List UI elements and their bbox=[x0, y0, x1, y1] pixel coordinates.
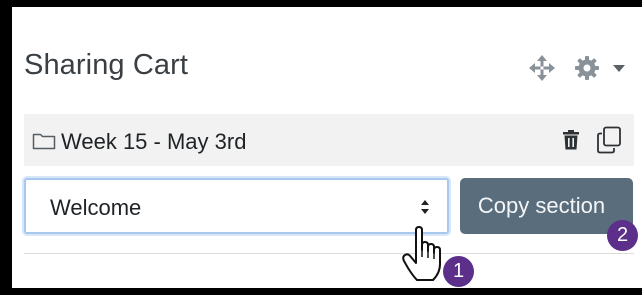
sort-arrows-icon bbox=[419, 197, 431, 217]
caret-down-icon[interactable] bbox=[612, 61, 626, 75]
block-controls bbox=[528, 52, 626, 84]
section-list-item: Week 15 - May 3rd bbox=[24, 114, 634, 166]
hand-pointer-cursor-icon bbox=[402, 226, 448, 284]
trash-icon[interactable] bbox=[562, 129, 580, 151]
section-item-label: Week 15 - May 3rd bbox=[61, 129, 247, 154]
folder-icon bbox=[32, 132, 56, 150]
move-arrows-icon[interactable] bbox=[528, 54, 556, 82]
step-badge-2: 2 bbox=[607, 220, 638, 251]
section-select[interactable]: Welcome bbox=[24, 178, 449, 234]
copy-icon[interactable] bbox=[596, 126, 622, 154]
frame-border-top bbox=[0, 0, 642, 7]
frame-border-left bbox=[0, 0, 12, 295]
block-title: Sharing Cart bbox=[24, 49, 188, 81]
step-badge-1: 1 bbox=[443, 256, 474, 287]
divider bbox=[24, 253, 634, 254]
sharing-cart-screenshot: Sharing Cart Week 15 - May 3rd Welcome C… bbox=[0, 0, 642, 295]
gear-icon[interactable] bbox=[574, 55, 600, 81]
section-select-value: Welcome bbox=[50, 195, 142, 220]
frame-border-bottom bbox=[0, 288, 642, 295]
copy-section-button[interactable]: Copy section bbox=[460, 178, 633, 234]
